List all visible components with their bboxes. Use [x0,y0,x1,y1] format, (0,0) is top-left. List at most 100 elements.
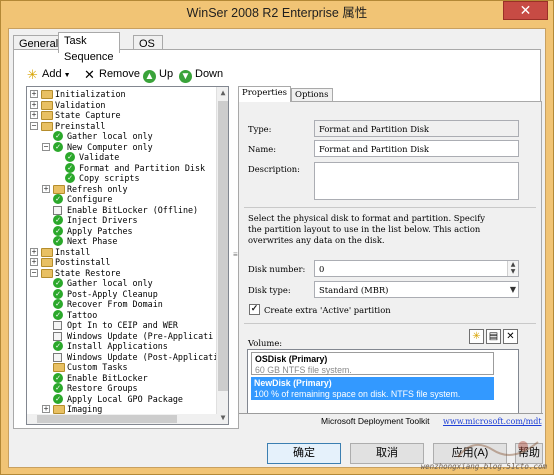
tree-item-label: Next Phase [67,236,118,246]
volume-list[interactable]: OSDisk (Primary) 60 GB NTFS file system.… [247,349,519,423]
expand-icon[interactable]: + [30,111,38,119]
check-icon: ✓ [53,215,63,225]
tree-item-label: Install Applications [67,341,168,351]
down-button[interactable]: ▼ Down [179,65,223,83]
tree-item-label: Validate [79,152,120,162]
disk-number-field[interactable]: 0 ▲ ▼ [314,260,519,277]
tab-properties[interactable]: Properties [238,86,291,102]
collapse-icon[interactable]: − [30,268,38,277]
remove-label: Remove [99,68,140,80]
check-icon: ✓ [65,173,75,183]
check-icon: ✓ [53,299,63,309]
partition-instructions: Select the physical disk to format and p… [248,213,485,246]
scroll-thumb[interactable] [218,101,228,391]
properties-body: Type: Format and Partition Disk Name: Fo… [238,101,543,429]
folder-icon [41,258,53,267]
expand-icon[interactable]: + [30,247,38,256]
disk-type-select[interactable]: Standard (MBR) ▼ [314,281,519,298]
tab-task-sequence[interactable]: Task Sequence [58,32,120,63]
instruction-line: overwrites any data on the disk. [248,235,385,245]
extra-partition-checkbox[interactable]: ✓ [249,304,260,315]
type-field: Format and Partition Disk [314,120,519,137]
close-button[interactable]: ✕ [503,1,548,20]
tree-item-label: Install [55,246,91,257]
tree-item-label: Enable BitLocker [67,372,148,383]
expand-icon[interactable]: + [30,100,38,109]
properties-window: WinSer 2008 R2 Enterprise 属性 ✕ General T… [0,0,554,475]
type-label: Type: [248,124,272,134]
expand-icon[interactable]: + [30,90,38,98]
window-title: WinSer 2008 R2 Enterprise 属性 [186,6,368,20]
collapse-icon[interactable]: − [42,142,50,151]
name-field[interactable]: Format and Partition Disk [314,140,519,157]
check-icon: ✓ [53,141,63,152]
volume-name: NewDisk (Primary) [254,378,332,388]
volume-properties-icon[interactable]: ▤ [486,329,501,344]
tree-item-label: Apply Local GPO Package [67,393,183,404]
check-icon: ✓ [53,131,63,141]
hscroll-thumb[interactable] [37,415,177,423]
description-field[interactable] [314,162,519,200]
collapse-icon[interactable]: − [30,121,38,130]
tree-vertical-scrollbar[interactable]: ▲ ▼ [216,87,228,424]
tree-item-label: Gather local only [67,278,153,288]
cancel-button[interactable]: 取消 [350,443,424,464]
check-icon: ✓ [53,288,63,299]
extra-partition-label: Create extra 'Active' partition [264,305,391,315]
task-sequence-tree[interactable]: + Imaging ✓ Apply Local GPO Package ✓ Restore… [26,86,229,425]
step-icon [53,352,62,362]
tree-item-label: Copy scripts [79,173,140,183]
check-icon: ✓ [53,278,63,288]
disk-number-label: Disk number: [248,264,306,274]
tree-item-label: Initialization [55,89,126,99]
check-icon: ✓ [53,309,63,320]
watermark-text: wenzhongxiang.blog.51cto.com [420,462,547,471]
check-icon: ✓ [53,341,63,351]
up-label: Up [159,68,174,80]
tree-item-label: Opt In to CEIP and WER [67,320,178,330]
up-arrow-icon: ▲ [143,70,156,83]
check-icon: ✓ [53,393,63,404]
volume-item[interactable]: OSDisk (Primary) 60 GB NTFS file system. [251,352,494,375]
expand-icon[interactable]: + [42,184,50,193]
tree-item-label: Restore Groups [67,383,138,393]
folder-icon [41,268,53,278]
separator [244,323,536,324]
tab-options[interactable]: Options [291,88,333,102]
remove-x-icon: ✕ [84,67,95,82]
tree-horizontal-scrollbar[interactable] [27,414,217,424]
new-volume-icon[interactable]: ✳ [469,329,484,344]
instruction-line: Select the physical disk to format and p… [248,213,486,223]
instruction-line: the partition layout to use in the list … [248,224,481,234]
expand-icon[interactable]: + [30,258,38,266]
add-label: Add [42,68,62,80]
separator [244,207,536,208]
tree-item-label: State Capture [55,110,121,120]
tree-item-label: Format and Partition Disk [79,162,206,173]
folder-icon [41,100,53,110]
tree-item-label: Enable BitLocker (Offline) [67,204,199,215]
folder-icon [41,247,53,257]
dialog-client: General Task Sequence OS Info ✳Add▼ ✕Rem… [8,28,546,468]
tree-item-label: Validation [55,99,106,110]
tree-item-label: Inject Drivers [67,215,138,225]
scroll-down-icon[interactable]: ▼ [217,412,228,424]
tree-item-label: State Restore [55,267,121,278]
up-button[interactable]: ▲ Up [143,65,173,83]
add-button[interactable]: ✳ Add ▼ [26,65,70,83]
check-icon: ✓ [53,236,63,246]
check-icon: ✓ [53,194,63,204]
volume-item-selected[interactable]: NewDisk (Primary) 100 % of remaining spa… [251,377,494,400]
step-icon [53,331,62,341]
ok-button[interactable]: 确定 [267,443,341,464]
step-properties-panel: Properties Options Type: Format and Part… [238,86,543,430]
remove-button[interactable]: ✕ Remove [83,65,140,83]
tree-item-label: Recover From Domain [67,299,163,309]
expand-icon[interactable]: + [42,405,50,413]
delete-volume-icon[interactable]: ✕ [503,329,518,344]
mdt-link[interactable]: www.microsoft.com/mdt [443,417,542,426]
folder-icon [53,363,65,372]
scroll-up-icon[interactable]: ▲ [217,87,228,99]
disk-number-spinner[interactable]: ▲ ▼ [507,261,518,276]
check-icon: ✓ [53,372,63,383]
